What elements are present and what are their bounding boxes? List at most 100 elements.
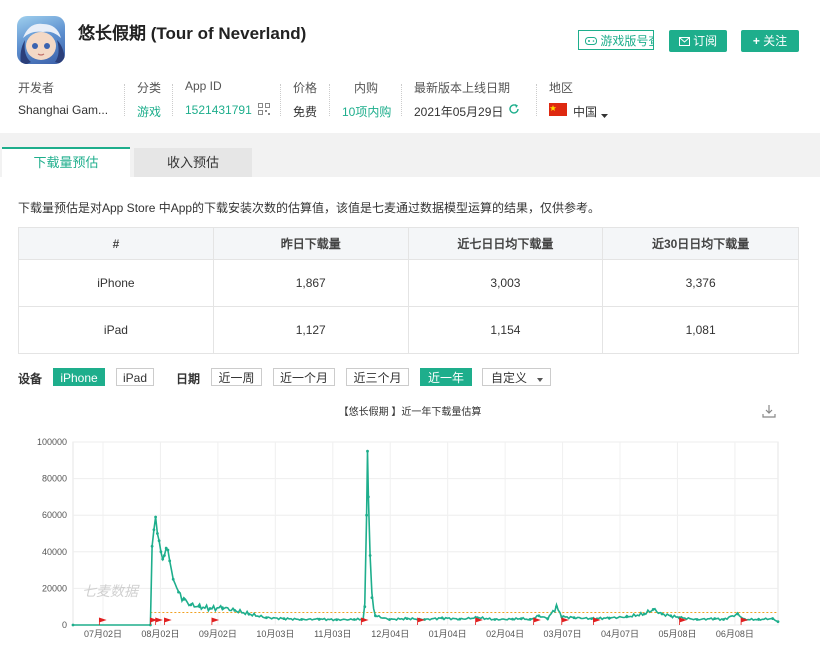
table-cell: 1,127: [212, 306, 409, 354]
data-point: [221, 606, 224, 609]
range-custom-dropdown[interactable]: 自定义: [482, 368, 551, 386]
data-point: [736, 612, 739, 616]
price-label: 价格: [293, 81, 318, 95]
caret-down-icon[interactable]: [601, 107, 608, 121]
release-date-value: 2021年05月29日: [414, 105, 504, 119]
y-tick-label: 100000: [37, 437, 67, 447]
x-tick-label: 12月04日: [371, 629, 409, 639]
x-tick-label: 02月04日: [486, 629, 524, 639]
x-tick-label: 10月03日: [256, 629, 294, 639]
subscribe-label: 订阅: [693, 34, 718, 48]
plot-frame: [72, 441, 779, 626]
x-tick-label: 06月08日: [716, 629, 754, 639]
table-header: #: [18, 227, 214, 260]
data-point: [152, 528, 156, 532]
tab-download-estimate[interactable]: 下载量预估: [2, 147, 130, 177]
data-point: [168, 559, 172, 563]
data-point: [722, 618, 725, 621]
data-point: [366, 449, 369, 453]
divider: [124, 84, 126, 116]
range-week-chip[interactable]: 近一周: [211, 368, 262, 386]
app-id-label: App ID: [185, 79, 222, 93]
event-flag-icon: [360, 617, 369, 625]
data-point: [265, 616, 268, 620]
data-point: [367, 495, 370, 499]
data-point: [458, 617, 462, 621]
x-tick-label: 03月07日: [544, 629, 582, 639]
data-point: [713, 617, 717, 620]
caret-down-icon: [537, 369, 543, 387]
device-filter-label: 设备: [18, 372, 43, 386]
x-tick-label: 07月02日: [84, 629, 122, 639]
y-tick-label: 20000: [42, 583, 67, 593]
data-point: [555, 605, 558, 609]
data-point: [208, 607, 212, 610]
series-line: [73, 451, 779, 626]
y-tick-label: 40000: [42, 547, 67, 557]
description-text: 下载量预估是对App Store 中App的下载安装次数的估算值，该值是七麦通过…: [18, 201, 601, 215]
data-point: [282, 617, 286, 620]
download-table: # 昨日下载量 近七日日均下载量 近30日日均下载量 iPhone 1,867 …: [18, 227, 799, 354]
data-point: [511, 617, 514, 621]
table-row: iPhone 1,867 3,003 3,376: [18, 259, 799, 307]
x-tick-label: 04月07日: [601, 629, 639, 639]
developer-label: 开发者: [18, 81, 55, 95]
range-month-chip[interactable]: 近一个月: [273, 368, 335, 386]
table-header: 近30日日均下载量: [602, 227, 799, 260]
table-cell: 3,376: [602, 259, 799, 307]
tab-revenue-estimate[interactable]: 收入预估: [134, 148, 252, 177]
y-tick-label: 60000: [42, 510, 67, 520]
region-label: 地区: [549, 81, 574, 95]
data-point: [300, 618, 303, 621]
data-point: [546, 617, 550, 620]
divider: [401, 84, 403, 116]
y-tick-label: 0: [62, 620, 67, 630]
data-point: [695, 618, 699, 621]
region-value[interactable]: 中国: [573, 103, 597, 120]
gamepad-icon: [585, 34, 600, 48]
data-point: [163, 554, 166, 557]
device-iphone-chip[interactable]: iPhone: [53, 368, 105, 386]
data-point: [519, 617, 523, 620]
data-point: [423, 618, 426, 621]
app-id-value[interactable]: 1521431791: [185, 103, 252, 117]
data-point: [651, 608, 655, 611]
range-custom-label: 自定义: [491, 371, 528, 385]
chart-title: 【悠长假期 】近一年下载量估算: [338, 407, 482, 418]
data-point: [150, 544, 154, 548]
developer-value[interactable]: Shanghai Gam...: [18, 103, 114, 117]
x-tick-label: 01月04日: [429, 629, 467, 639]
follow-button[interactable]: + 关注: [741, 30, 799, 52]
data-point: [156, 532, 159, 535]
data-point: [368, 554, 372, 557]
data-point: [233, 609, 237, 612]
data-point: [607, 616, 611, 620]
download-icon[interactable]: [762, 404, 776, 418]
subscribe-button[interactable]: 订阅: [669, 30, 727, 52]
divider: [329, 84, 331, 116]
x-tick-label: 08月02日: [141, 629, 179, 639]
follow-label: 关注: [763, 34, 788, 48]
qrcode-icon[interactable]: [258, 103, 270, 118]
game-license-query-button[interactable]: 游戏版号查询: [578, 30, 654, 50]
table-row: iPad 1,127 1,154 1,081: [18, 306, 799, 354]
device-ipad-chip[interactable]: iPad: [116, 368, 154, 386]
data-point: [189, 603, 193, 607]
date-filter-label: 日期: [176, 372, 201, 386]
data-point: [440, 616, 444, 620]
category-value[interactable]: 游戏: [137, 103, 161, 120]
range-year-chip[interactable]: 近一年: [420, 368, 472, 386]
table-header: 昨日下载量: [212, 227, 409, 260]
data-point: [757, 618, 761, 621]
range-three-months-chip[interactable]: 近三个月: [346, 368, 409, 386]
download-line-chart: 0 20000 40000 60000 80000 100000 07月02日 08月02日…: [37, 437, 780, 639]
refresh-icon[interactable]: [508, 103, 520, 118]
data-point: [771, 617, 775, 620]
data-point: [625, 615, 629, 619]
x-axis: 07月02日 08月02日 09月02日 10月03日 11月03日 12月04日 01月0…: [84, 629, 754, 639]
event-flag-icon: [533, 617, 541, 625]
chart-grid: [72, 441, 779, 626]
data-point: [493, 618, 497, 621]
mail-icon: [678, 34, 693, 48]
iap-value[interactable]: 10项内购: [342, 103, 391, 120]
